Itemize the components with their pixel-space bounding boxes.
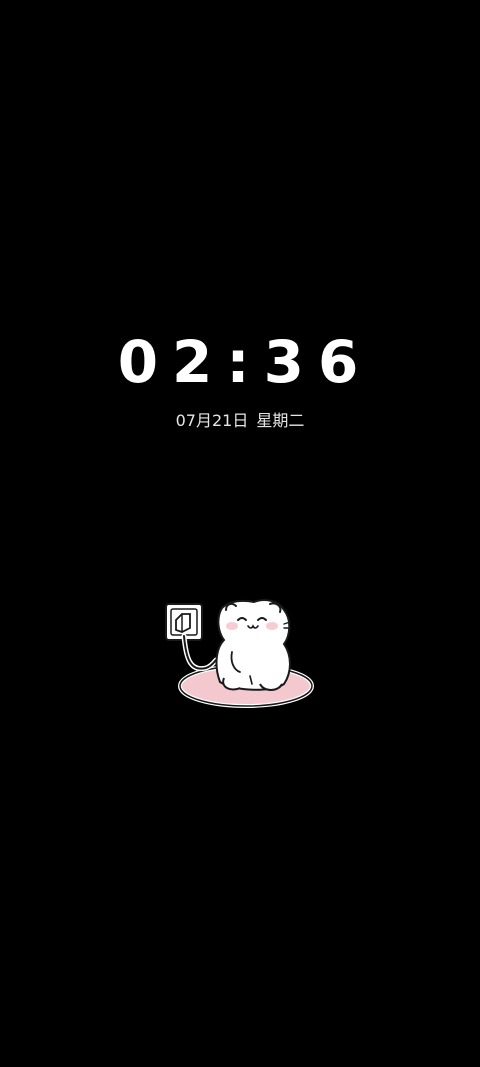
weekday-text: 星期二 <box>256 411 305 430</box>
lock-screen: 02:36 07月21日 星期二 <box>0 0 480 1067</box>
charging-cat-icon <box>165 599 314 708</box>
clock-time: 02:36 <box>117 328 373 396</box>
date-line: 07月21日 星期二 <box>0 410 480 432</box>
date-text: 07月21日 <box>175 411 249 430</box>
